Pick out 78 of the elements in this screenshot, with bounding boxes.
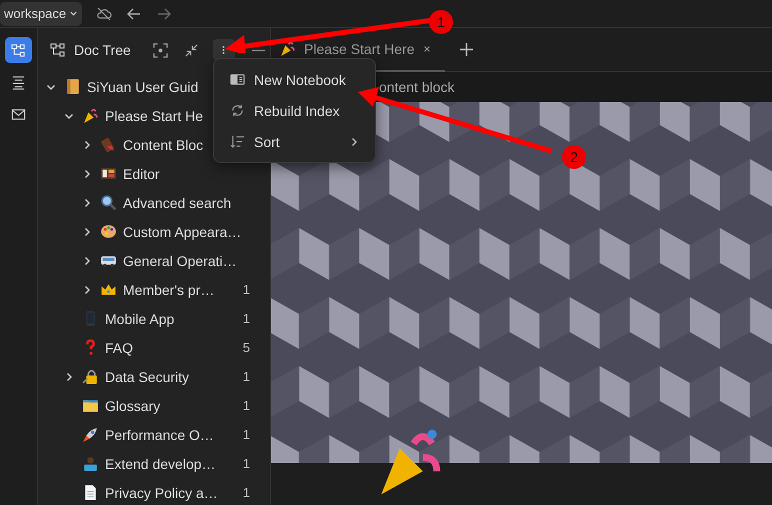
panel-title: Doc Tree (74, 42, 131, 58)
back-arrow-icon[interactable] (126, 6, 142, 22)
tree-item[interactable]: Member's pr… 1 (38, 275, 270, 304)
caret-icon (69, 9, 78, 18)
menu-item[interactable]: Rebuild Index (214, 95, 375, 126)
notebook-icon (230, 72, 245, 87)
document-icon (82, 484, 99, 501)
mail-icon (11, 106, 26, 122)
tree-item[interactable]: Data Security 1 (38, 362, 270, 391)
collapse-icon[interactable] (184, 42, 199, 58)
doc-tree-icon (50, 42, 66, 58)
item-count: 1 (242, 282, 250, 297)
rocket-icon (82, 426, 99, 443)
tree-item-label: Content Bloc (123, 136, 204, 152)
focus-icon[interactable] (152, 42, 168, 58)
chevron-right-icon[interactable] (82, 256, 92, 266)
cloud-off-icon[interactable] (96, 6, 112, 22)
tree-item[interactable]: General Operati… (38, 246, 270, 275)
editor-icon (100, 165, 117, 182)
tree-item[interactable]: Glossary 1 (38, 391, 270, 420)
chevron-right-icon[interactable] (82, 284, 92, 294)
tree-item-label: SiYuan User Guid (87, 78, 198, 94)
person-icon (82, 455, 99, 472)
tree-item[interactable]: Extend develop… 1 (38, 449, 270, 478)
item-count: 1 (242, 456, 250, 471)
tree-item-label: Data Security (105, 368, 190, 384)
tree-item[interactable]: Performance O… 1 (38, 420, 270, 449)
tree-item[interactable]: Editor (38, 159, 270, 188)
tree-item-label: Please Start He (105, 108, 204, 124)
tree-item[interactable]: Privacy Policy a… 1 (38, 478, 270, 505)
menu-item[interactable]: Sort (214, 126, 375, 157)
party-icon (82, 107, 99, 124)
tree-dock-button[interactable] (5, 37, 32, 63)
search-icon (100, 194, 117, 211)
item-count: 1 (242, 427, 250, 442)
add-tab-icon[interactable] (458, 42, 474, 57)
tab-label: Please Start Here (304, 40, 414, 56)
rebuild-icon (230, 103, 245, 118)
tree-item-label: Editor (123, 166, 160, 182)
tree-item-label: Performance O… (105, 426, 214, 442)
party-icon (279, 40, 296, 57)
chevron-right-icon[interactable] (82, 140, 92, 150)
folder-icon (82, 397, 99, 414)
chevron-right-icon[interactable] (82, 168, 92, 178)
tree-item[interactable]: Custom Appeara… (38, 217, 270, 246)
tree-item[interactable]: FAQ 5 (38, 333, 270, 362)
tree-item-label: FAQ (105, 340, 134, 356)
item-count: 5 (242, 340, 250, 355)
tree-item-label: Glossary (105, 398, 160, 414)
item-count: 1 (242, 369, 250, 384)
palette-icon (100, 223, 117, 240)
chevron-right-icon[interactable] (64, 372, 74, 382)
tree-item-label: Advanced search (123, 194, 232, 210)
tree-item-label: Custom Appeara… (123, 224, 242, 240)
annotation-number: 1 (429, 10, 453, 34)
workspace-dropdown[interactable]: workspace (0, 2, 82, 26)
chevron-right-icon[interactable] (82, 226, 92, 236)
item-count: 1 (242, 485, 250, 500)
more-icon (222, 45, 226, 55)
breadcrumb[interactable]: ontent block (379, 79, 454, 95)
notebook-icon (64, 78, 81, 95)
close-icon[interactable] (422, 44, 430, 52)
tree-item-label: Member's pr… (123, 282, 214, 298)
tree-item-label: Privacy Policy a… (105, 484, 218, 500)
chocolate-icon (100, 136, 117, 153)
outline-icon (11, 74, 26, 90)
tree-item[interactable]: Advanced search (38, 188, 270, 217)
item-count: 1 (242, 311, 250, 326)
tree-item-label: Extend develop… (105, 456, 216, 472)
tree-item-label: General Operati… (123, 252, 237, 268)
tree-item-label: Mobile App (105, 310, 174, 326)
sort-icon (230, 134, 245, 149)
forward-arrow-icon[interactable] (156, 6, 172, 22)
item-count: 1 (242, 398, 250, 413)
tree-item[interactable]: Mobile App 1 (38, 304, 270, 333)
chevron-right-icon[interactable] (82, 198, 92, 208)
lock-icon (82, 368, 99, 385)
tree-icon (11, 42, 26, 58)
